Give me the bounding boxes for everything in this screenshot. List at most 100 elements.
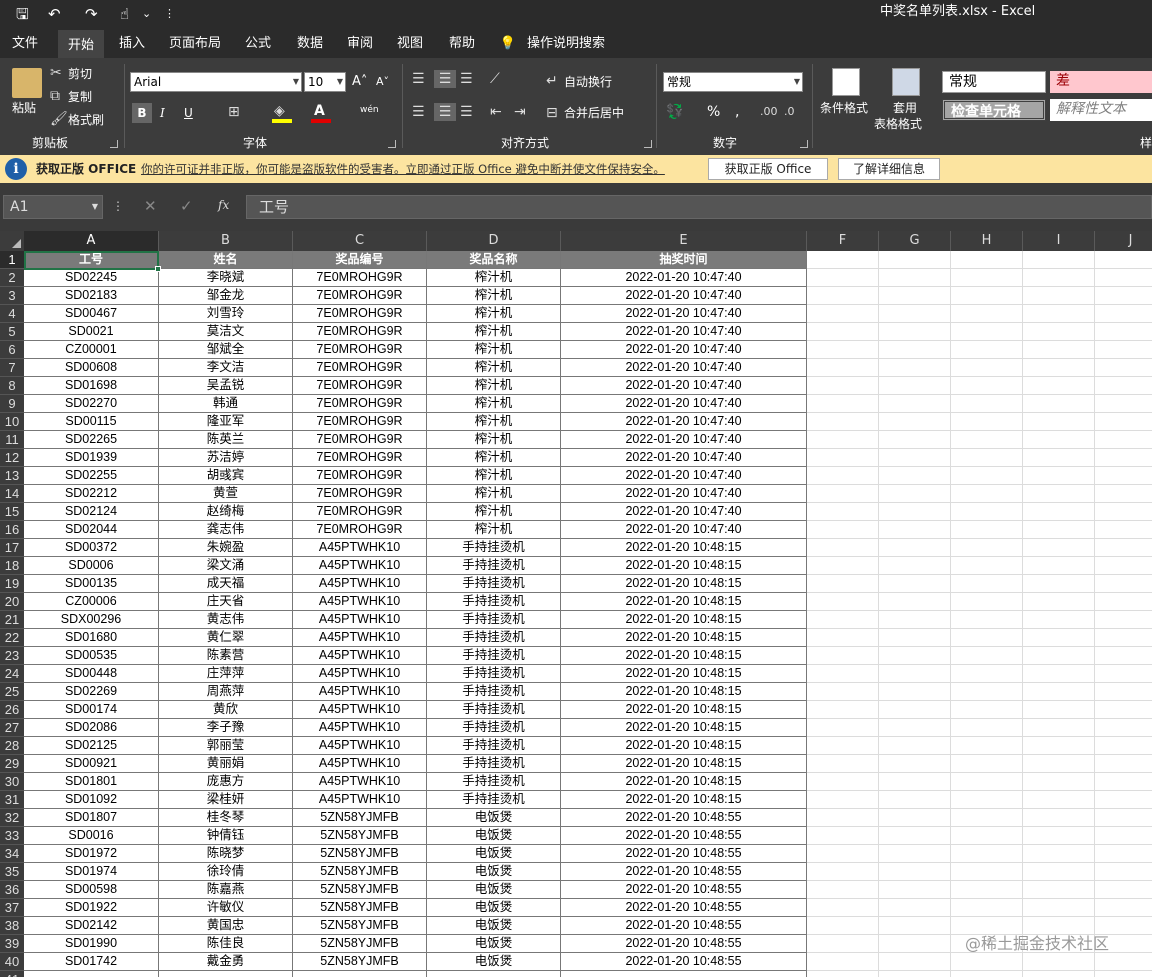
table-cell[interactable]: A45PTWHK10	[293, 629, 427, 647]
table-cell[interactable]: CZ00006	[24, 593, 159, 611]
save-icon[interactable]: 🖫	[16, 4, 29, 24]
empty-cell[interactable]	[1095, 431, 1152, 449]
column-header[interactable]: D	[427, 231, 561, 251]
format-painter-button[interactable]: 格式刷	[68, 112, 104, 128]
empty-cell[interactable]	[951, 719, 1023, 737]
empty-cell[interactable]	[1023, 377, 1095, 395]
empty-cell[interactable]	[1023, 773, 1095, 791]
empty-cell[interactable]	[951, 953, 1023, 971]
table-cell[interactable]: 2022-01-20 10:48:15	[561, 773, 807, 791]
empty-cell[interactable]	[879, 863, 951, 881]
row-header[interactable]: 27	[0, 719, 24, 737]
table-cell[interactable]: 榨汁机	[427, 359, 561, 377]
table-cell[interactable]: 朱婉盈	[159, 539, 293, 557]
table-cell[interactable]: 成天福	[159, 575, 293, 593]
empty-cell[interactable]	[951, 269, 1023, 287]
empty-cell[interactable]	[807, 323, 879, 341]
table-cell[interactable]: 电饭煲	[427, 917, 561, 935]
fill-handle[interactable]	[155, 266, 161, 272]
table-cell[interactable]: 手持挂烫机	[427, 665, 561, 683]
align-middle-icon[interactable]: ☰	[434, 70, 456, 88]
formula-input[interactable]: 工号	[246, 195, 1152, 219]
table-cell[interactable]: 桂冬琴	[159, 809, 293, 827]
table-cell[interactable]: 2022-01-20 10:47:40	[561, 395, 807, 413]
font-name-select[interactable]: Arial ▼	[130, 72, 302, 92]
empty-cell[interactable]	[807, 791, 879, 809]
empty-cell[interactable]	[951, 971, 1023, 977]
empty-cell[interactable]	[1095, 683, 1152, 701]
column-header[interactable]: B	[159, 231, 293, 251]
empty-cell[interactable]	[807, 737, 879, 755]
table-cell[interactable]: 5ZN58YJMFB	[293, 935, 427, 953]
empty-cell[interactable]	[879, 809, 951, 827]
table-cell[interactable]: SD01939	[24, 449, 159, 467]
empty-cell[interactable]	[951, 431, 1023, 449]
empty-cell[interactable]	[951, 467, 1023, 485]
empty-cell[interactable]	[1023, 503, 1095, 521]
empty-cell[interactable]	[1023, 845, 1095, 863]
table-cell[interactable]: 榨汁机	[427, 377, 561, 395]
empty-cell[interactable]	[1023, 413, 1095, 431]
style-bad[interactable]: 差	[1050, 71, 1152, 93]
empty-cell[interactable]	[951, 323, 1023, 341]
empty-cell[interactable]	[1023, 647, 1095, 665]
table-cell[interactable]: 莫洁文	[159, 323, 293, 341]
empty-cell[interactable]	[951, 773, 1023, 791]
empty-cell[interactable]	[807, 953, 879, 971]
wrap-text-button[interactable]: 自动换行	[564, 74, 612, 90]
table-cell[interactable]: 2022-01-20 10:48:15	[561, 593, 807, 611]
table-cell[interactable]: SD02270	[24, 395, 159, 413]
empty-cell[interactable]	[1095, 629, 1152, 647]
table-cell[interactable]: 7E0MROHG9R	[293, 485, 427, 503]
empty-cell[interactable]	[879, 305, 951, 323]
empty-cell[interactable]	[879, 395, 951, 413]
empty-cell[interactable]	[951, 647, 1023, 665]
empty-cell[interactable]	[807, 593, 879, 611]
empty-cell[interactable]	[951, 305, 1023, 323]
table-cell[interactable]: SD00448	[24, 665, 159, 683]
empty-cell[interactable]	[879, 413, 951, 431]
table-cell[interactable]: 手持挂烫机	[427, 647, 561, 665]
empty-cell[interactable]	[951, 755, 1023, 773]
font-size-select[interactable]: 10 ▼	[304, 72, 346, 92]
empty-cell[interactable]	[951, 899, 1023, 917]
empty-cell[interactable]	[807, 773, 879, 791]
empty-cell[interactable]	[879, 485, 951, 503]
empty-cell[interactable]	[951, 611, 1023, 629]
header-cell[interactable]: 奖品编号	[293, 251, 427, 269]
empty-cell[interactable]	[1023, 359, 1095, 377]
tab-insert[interactable]: 插入	[110, 30, 154, 58]
empty-cell[interactable]	[951, 449, 1023, 467]
table-cell[interactable]: 电饭煲	[427, 863, 561, 881]
table-cell[interactable]: 2022-01-20 10:48:15	[561, 575, 807, 593]
empty-cell[interactable]	[951, 395, 1023, 413]
table-cell[interactable]: 榨汁机	[427, 395, 561, 413]
empty-cell[interactable]	[1023, 791, 1095, 809]
empty-cell[interactable]	[807, 755, 879, 773]
row-header[interactable]: 28	[0, 737, 24, 755]
column-header[interactable]: A	[24, 231, 159, 251]
table-cell[interactable]: 2022-01-20 10:48:15	[561, 647, 807, 665]
empty-cell[interactable]	[879, 575, 951, 593]
empty-cell[interactable]	[879, 287, 951, 305]
table-cell[interactable]: 电饭煲	[427, 935, 561, 953]
table-cell[interactable]: 庞惠方	[159, 773, 293, 791]
empty-cell[interactable]	[1023, 251, 1095, 269]
table-cell[interactable]: 2022-01-20 10:48:55	[561, 917, 807, 935]
row-header[interactable]: 21	[0, 611, 24, 629]
table-cell[interactable]: A45PTWHK10	[293, 791, 427, 809]
empty-cell[interactable]	[807, 449, 879, 467]
row-header[interactable]: 26	[0, 701, 24, 719]
empty-cell[interactable]	[1023, 557, 1095, 575]
table-cell[interactable]: 电饭煲	[427, 953, 561, 971]
table-cell[interactable]: 电饭煲	[427, 881, 561, 899]
learn-more-button[interactable]: 了解详细信息	[838, 158, 940, 180]
empty-cell[interactable]	[951, 557, 1023, 575]
table-cell[interactable]: 7E0MROHG9R	[293, 395, 427, 413]
row-header[interactable]: 6	[0, 341, 24, 359]
table-cell[interactable]: 徐玲倩	[159, 863, 293, 881]
empty-cell[interactable]	[1023, 971, 1095, 977]
table-cell[interactable]: SD01972	[24, 845, 159, 863]
table-cell[interactable]: SD01092	[24, 791, 159, 809]
empty-cell[interactable]	[1095, 665, 1152, 683]
